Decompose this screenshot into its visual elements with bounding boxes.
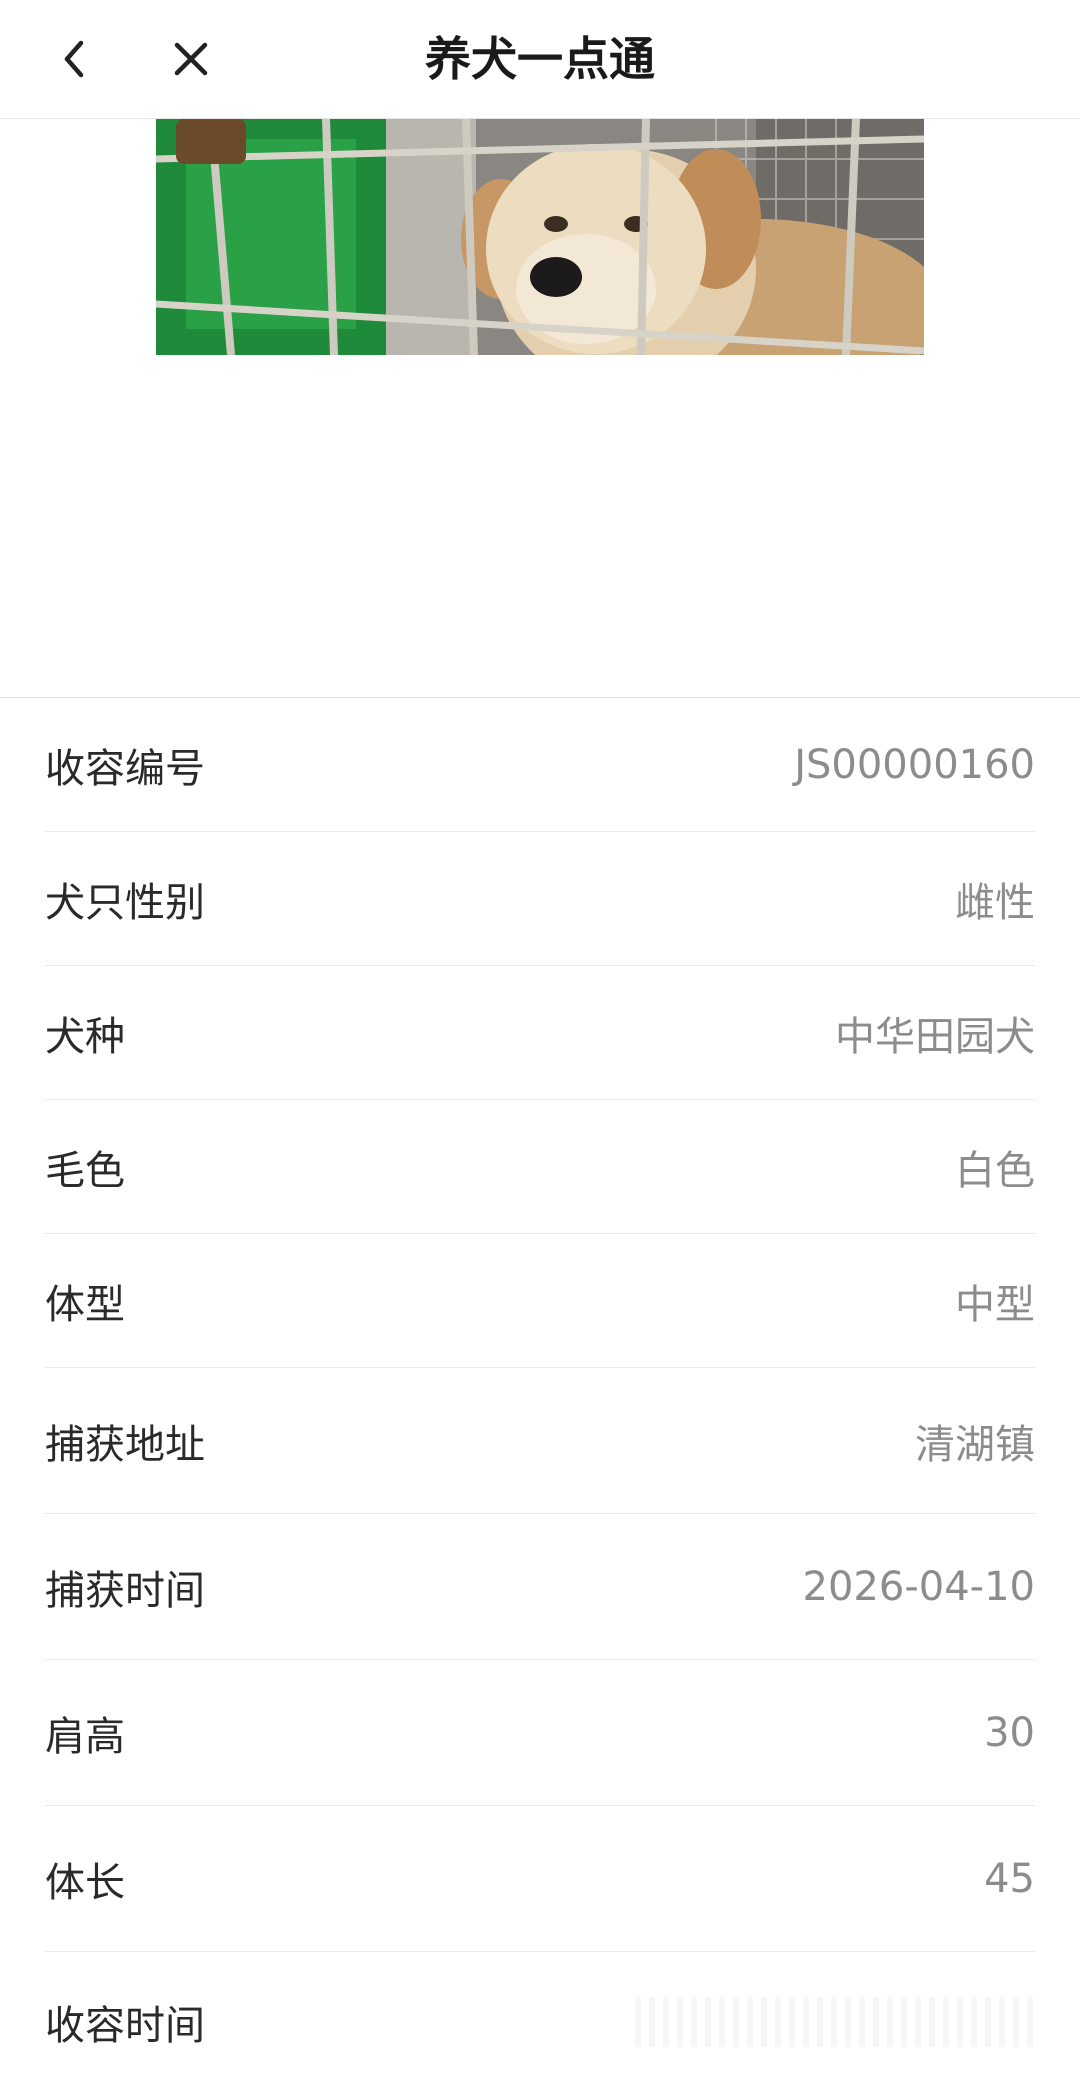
detail-value bbox=[635, 1997, 1035, 2047]
detail-row-size: 体型 中型 bbox=[45, 1234, 1035, 1368]
detail-value: 中型 bbox=[955, 1281, 1035, 1328]
detail-label: 毛色 bbox=[45, 1147, 125, 1194]
detail-row-capture-time: 捕获时间 2026-04-10 bbox=[45, 1514, 1035, 1660]
navigation-bar: 养犬一点通 bbox=[0, 0, 1080, 119]
detail-row-body-length: 体长 45 bbox=[45, 1806, 1035, 1952]
detail-label: 体型 bbox=[45, 1281, 125, 1328]
detail-label: 收容时间 bbox=[45, 2003, 205, 2049]
detail-row-capture-location: 捕获地址 清湖镇 bbox=[45, 1368, 1035, 1514]
detail-label: 犬种 bbox=[45, 1013, 125, 1060]
dog-photo bbox=[156, 119, 924, 355]
detail-label: 收容编号 bbox=[45, 745, 205, 792]
detail-row-shelter-id: 收容编号 JS00000160 bbox=[45, 698, 1035, 832]
detail-value: 白色 bbox=[955, 1147, 1035, 1194]
detail-label: 犬只性别 bbox=[45, 879, 205, 926]
detail-row-breed: 犬种 中华田园犬 bbox=[45, 966, 1035, 1100]
detail-value: 雌性 bbox=[955, 879, 1035, 926]
close-icon bbox=[174, 42, 208, 76]
detail-label: 捕获时间 bbox=[45, 1567, 205, 1614]
detail-value: 45 bbox=[984, 1855, 1035, 1902]
detail-value: 2026-04-10 bbox=[802, 1563, 1035, 1610]
detail-row-gender: 犬只性别 雌性 bbox=[45, 832, 1035, 966]
detail-list: 收容编号 JS00000160 犬只性别 雌性 犬种 中华田园犬 毛色 白色 体… bbox=[0, 698, 1080, 2092]
detail-value: 30 bbox=[984, 1709, 1035, 1756]
back-button[interactable] bbox=[40, 24, 110, 94]
detail-row-coat-color: 毛色 白色 bbox=[45, 1100, 1035, 1234]
detail-value: 中华田园犬 bbox=[835, 1013, 1035, 1060]
detail-row-shelter-time: 收容时间 bbox=[45, 1952, 1035, 2092]
detail-label: 捕获地址 bbox=[45, 1421, 205, 1468]
detail-value: JS00000160 bbox=[794, 741, 1035, 788]
detail-row-shoulder-height: 肩高 30 bbox=[45, 1660, 1035, 1806]
detail-label: 体长 bbox=[45, 1859, 125, 1906]
close-button[interactable] bbox=[156, 24, 226, 94]
detail-label: 肩高 bbox=[45, 1713, 125, 1760]
chevron-left-icon bbox=[64, 40, 84, 78]
detail-value: 清湖镇 bbox=[915, 1421, 1035, 1468]
photo-area bbox=[0, 119, 1080, 697]
